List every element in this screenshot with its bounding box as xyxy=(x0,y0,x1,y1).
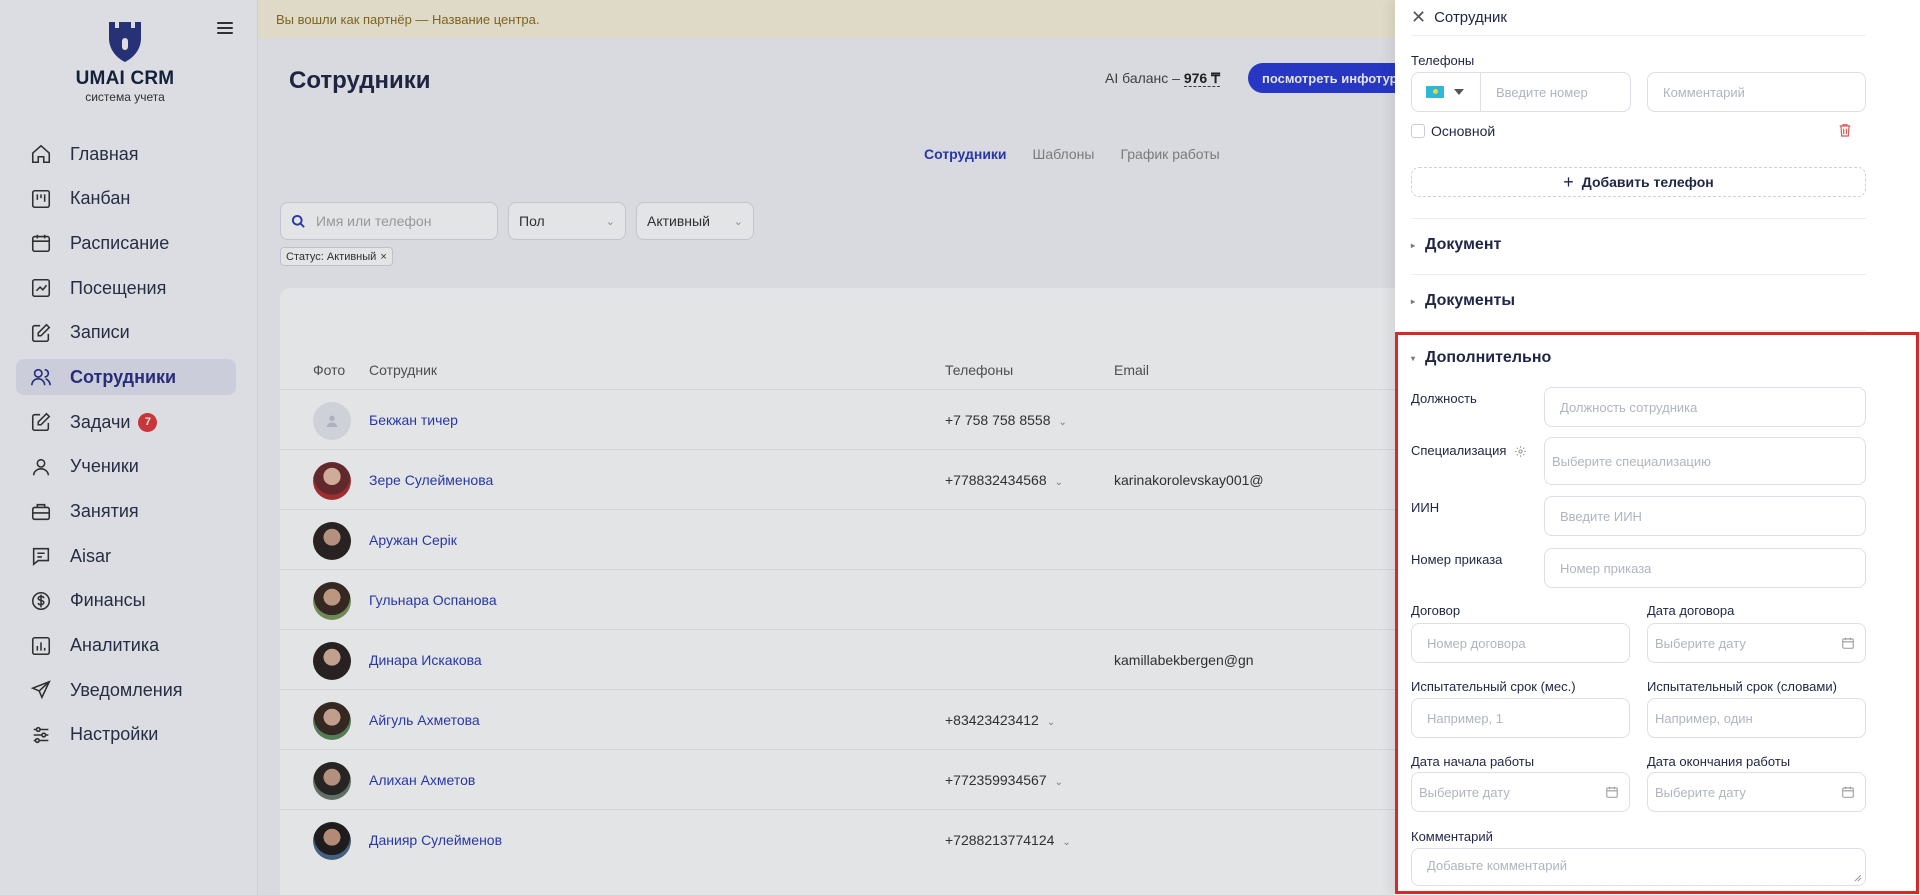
phone-input-placeholder: Введите номер xyxy=(1496,84,1588,100)
calendar-icon xyxy=(1606,786,1618,798)
divider xyxy=(1411,330,1866,331)
order-number-label: Номер приказа xyxy=(1411,552,1503,567)
end-date-picker[interactable]: Выберите дату xyxy=(1647,772,1866,812)
close-icon[interactable]: ✕ xyxy=(1411,8,1426,26)
kazakhstan-flag-icon xyxy=(1426,86,1444,98)
order-number-placeholder: Номер приказа xyxy=(1560,560,1652,576)
contract-date-picker[interactable]: Выберите дату xyxy=(1647,623,1866,663)
checkbox[interactable] xyxy=(1411,124,1425,138)
section-title: Дополнительно xyxy=(1425,349,1552,366)
probation-months-label: Испытательный срок (мес.) xyxy=(1411,679,1576,694)
contract-label: Договор xyxy=(1411,603,1461,618)
start-date-picker[interactable]: Выберите дату xyxy=(1411,772,1630,812)
drawer-title: Сотрудник xyxy=(1434,8,1507,26)
comment-placeholder: Добавьте комментарий xyxy=(1427,858,1568,873)
divider xyxy=(1411,274,1866,275)
employee-drawer: ✕ Сотрудник Телефоны Введите номер Комме… xyxy=(1395,0,1920,895)
add-phone-button[interactable]: + Добавить телефон xyxy=(1411,167,1866,197)
divider xyxy=(1411,35,1866,36)
date-placeholder: Выберите дату xyxy=(1655,635,1746,651)
probation-words-label: Испытательный срок (словами) xyxy=(1647,679,1837,694)
caret-down-icon: ▾ xyxy=(1411,353,1416,363)
caret-right-icon: ▸ xyxy=(1411,240,1416,250)
trash-icon[interactable] xyxy=(1837,121,1853,139)
probation-words-input[interactable]: Например, один xyxy=(1647,698,1866,738)
comment-label: Комментарий xyxy=(1411,829,1493,844)
section-documents[interactable]: ▸ Документы xyxy=(1411,292,1515,310)
section-additional[interactable]: ▾ Дополнительно xyxy=(1411,349,1551,367)
probation-words-placeholder: Например, один xyxy=(1655,710,1753,726)
probation-months-placeholder: Например, 1 xyxy=(1427,710,1504,726)
calendar-icon xyxy=(1842,786,1854,798)
plus-icon: + xyxy=(1563,171,1574,192)
position-label: Должность xyxy=(1411,391,1477,406)
caret-right-icon: ▸ xyxy=(1411,296,1416,306)
phone-comment-input[interactable]: Комментарий xyxy=(1647,72,1866,112)
iin-label: ИИН xyxy=(1411,500,1440,515)
primary-label: Основной xyxy=(1431,123,1496,139)
section-title: Документы xyxy=(1425,292,1515,309)
probation-months-input[interactable]: Например, 1 xyxy=(1411,698,1630,738)
iin-placeholder: Введите ИИН xyxy=(1560,508,1642,524)
divider xyxy=(1411,218,1866,219)
iin-input[interactable]: Введите ИИН xyxy=(1544,496,1866,536)
specialization-label-text: Специализация xyxy=(1411,443,1507,458)
position-input[interactable]: Должность сотрудника xyxy=(1544,387,1866,427)
section-title: Документ xyxy=(1425,236,1502,253)
contract-number-input[interactable]: Номер договора xyxy=(1411,623,1630,663)
country-code-select[interactable] xyxy=(1411,72,1481,112)
drawer-header: ✕ Сотрудник xyxy=(1411,6,1507,28)
phone-input[interactable]: Введите номер xyxy=(1480,72,1631,112)
contract-date-label: Дата договора xyxy=(1647,603,1735,618)
modal-backdrop[interactable] xyxy=(0,0,1395,895)
specialization-placeholder: Выберите специализацию xyxy=(1552,453,1711,469)
specialization-select[interactable]: Выберите специализацию xyxy=(1544,437,1866,485)
phone-comment-placeholder: Комментарий xyxy=(1663,84,1745,100)
contract-number-placeholder: Номер договора xyxy=(1427,635,1526,651)
position-placeholder: Должность сотрудника xyxy=(1560,399,1698,415)
start-date-label: Дата начала работы xyxy=(1411,754,1535,769)
specialization-label: Специализация xyxy=(1411,443,1527,458)
comment-textarea[interactable]: Добавьте комментарий xyxy=(1411,848,1866,886)
gear-icon[interactable] xyxy=(1514,445,1527,458)
phones-label: Телефоны xyxy=(1411,53,1475,68)
calendar-icon xyxy=(1842,637,1854,649)
end-date-label: Дата окончания работы xyxy=(1647,754,1791,769)
date-placeholder: Выберите дату xyxy=(1419,784,1510,800)
date-placeholder: Выберите дату xyxy=(1655,784,1746,800)
caret-down-icon xyxy=(1454,89,1464,95)
order-number-input[interactable]: Номер приказа xyxy=(1544,548,1866,588)
primary-phone-checkbox[interactable]: Основной xyxy=(1411,123,1495,139)
resize-handle-icon[interactable] xyxy=(1854,874,1862,882)
add-phone-label: Добавить телефон xyxy=(1581,174,1714,190)
section-document[interactable]: ▸ Документ xyxy=(1411,236,1501,254)
